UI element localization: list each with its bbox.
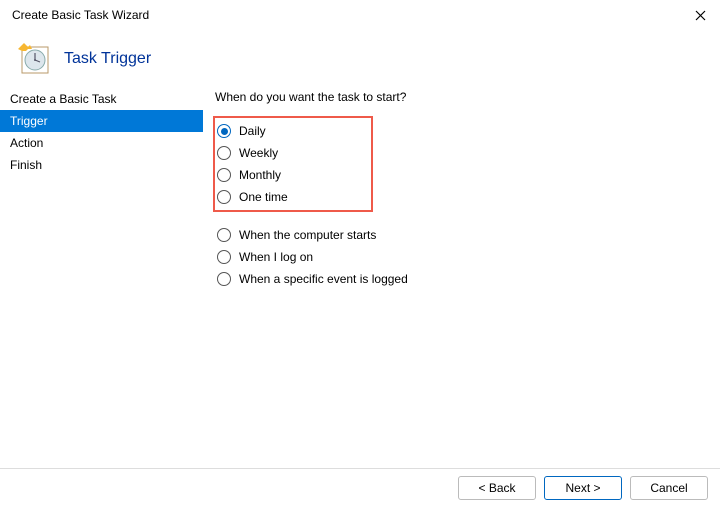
radio-computer-starts[interactable]: When the computer starts (215, 228, 720, 242)
sidebar-item-finish[interactable]: Finish (0, 154, 203, 176)
radio-icon (217, 146, 231, 160)
close-icon (695, 10, 706, 21)
radio-monthly[interactable]: Monthly (215, 168, 363, 182)
radio-icon (217, 250, 231, 264)
radio-daily[interactable]: Daily (215, 124, 363, 138)
highlighted-group: Daily Weekly Monthly One time (213, 116, 373, 212)
cancel-button[interactable]: Cancel (630, 476, 708, 500)
wizard-body: Create a Basic Task Trigger Action Finis… (0, 88, 720, 468)
radio-label: Weekly (239, 146, 278, 160)
radio-icon (217, 228, 231, 242)
wizard-footer: < Back Next > Cancel (0, 468, 720, 506)
radio-logon[interactable]: When I log on (215, 250, 720, 264)
main-panel: When do you want the task to start? Dail… (203, 88, 720, 468)
sidebar-item-action[interactable]: Action (0, 132, 203, 154)
titlebar: Create Basic Task Wizard (0, 0, 720, 30)
sidebar-item-trigger[interactable]: Trigger (0, 110, 203, 132)
next-button[interactable]: Next > (544, 476, 622, 500)
radio-weekly[interactable]: Weekly (215, 146, 363, 160)
trigger-question: When do you want the task to start? (215, 90, 720, 104)
radio-icon (217, 190, 231, 204)
page-title: Task Trigger (64, 50, 151, 68)
radio-onetime[interactable]: One time (215, 190, 363, 204)
radio-label: One time (239, 190, 288, 204)
radio-label: When I log on (239, 250, 313, 264)
wizard-header: Task Trigger (0, 30, 720, 88)
radio-label: Daily (239, 124, 266, 138)
radio-label: When the computer starts (239, 228, 376, 242)
clock-icon (18, 43, 50, 75)
back-button[interactable]: < Back (458, 476, 536, 500)
radio-specific-event[interactable]: When a specific event is logged (215, 272, 720, 286)
radio-label: When a specific event is logged (239, 272, 408, 286)
radio-label: Monthly (239, 168, 281, 182)
close-button[interactable] (680, 0, 720, 30)
sidebar-item-create[interactable]: Create a Basic Task (0, 88, 203, 110)
radio-icon (217, 124, 231, 138)
window-title: Create Basic Task Wizard (10, 8, 710, 22)
radio-icon (217, 272, 231, 286)
trigger-options: Daily Weekly Monthly One time When the c… (215, 116, 720, 286)
sidebar: Create a Basic Task Trigger Action Finis… (0, 88, 203, 468)
radio-icon (217, 168, 231, 182)
